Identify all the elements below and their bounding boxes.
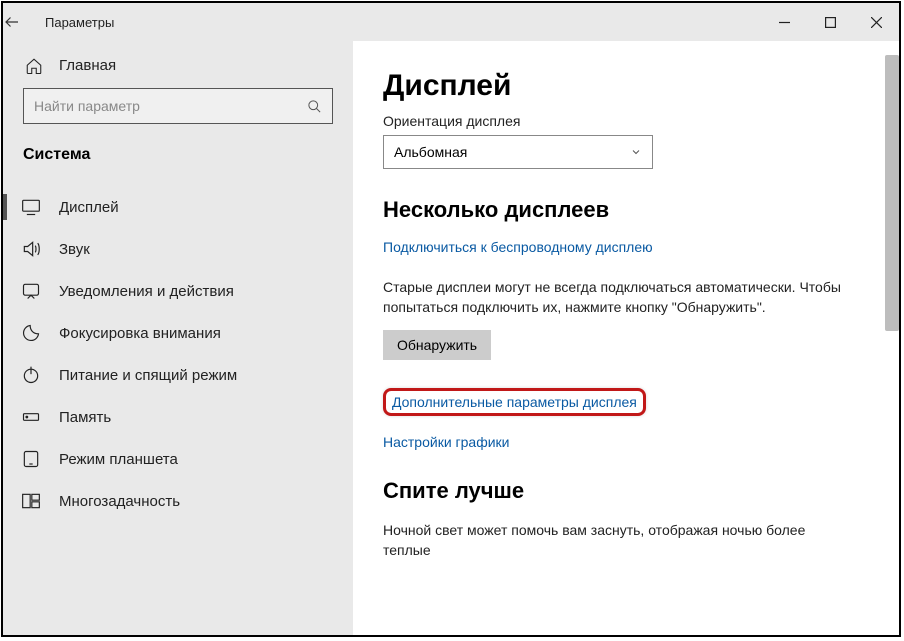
- sidebar-nav: Дисплей Звук Уведомления и действия: [3, 186, 353, 522]
- main-content: Дисплей Ориентация дисплея Альбомная Нес…: [353, 41, 899, 635]
- advanced-display-link[interactable]: Дополнительные параметры дисплея: [383, 388, 646, 416]
- sidebar-item-label: Уведомления и действия: [59, 283, 234, 300]
- sidebar-item-label: Питание и спящий режим: [59, 367, 237, 384]
- home-label: Главная: [59, 57, 116, 74]
- sound-icon: [21, 239, 41, 259]
- graphics-settings-link[interactable]: Настройки графики: [383, 434, 510, 450]
- multiple-displays-heading: Несколько дисплеев: [383, 197, 899, 223]
- focus-icon: [21, 323, 41, 343]
- orientation-value: Альбомная: [394, 144, 467, 160]
- window-title: Параметры: [45, 15, 114, 30]
- scrollbar[interactable]: [885, 55, 899, 331]
- settings-window: Параметры Главная Сис: [1, 1, 901, 637]
- sidebar-item-power[interactable]: Питание и спящий режим: [3, 354, 353, 396]
- sidebar-item-label: Память: [59, 409, 111, 426]
- search-input[interactable]: [34, 98, 307, 114]
- maximize-button[interactable]: [807, 3, 853, 41]
- sidebar-item-label: Дисплей: [59, 199, 119, 216]
- home-link[interactable]: Главная: [3, 57, 353, 88]
- close-button[interactable]: [853, 3, 899, 41]
- sidebar-item-label: Фокусировка внимания: [59, 325, 221, 342]
- sidebar-item-multitasking[interactable]: Многозадачность: [3, 480, 353, 522]
- search-box[interactable]: [23, 88, 333, 124]
- sidebar-item-display[interactable]: Дисплей: [3, 186, 353, 228]
- connect-wireless-link[interactable]: Подключиться к беспроводному дисплею: [383, 239, 653, 255]
- sleep-better-heading: Спите лучше: [383, 478, 899, 504]
- sidebar-item-notifications[interactable]: Уведомления и действия: [3, 270, 353, 312]
- storage-icon: [21, 407, 41, 427]
- sidebar-item-focus[interactable]: Фокусировка внимания: [3, 312, 353, 354]
- search-icon: [307, 99, 322, 114]
- detect-button[interactable]: Обнаружить: [383, 330, 491, 360]
- sleep-description: Ночной свет может помочь вам заснуть, от…: [383, 520, 843, 561]
- multitasking-icon: [21, 491, 41, 511]
- sidebar-item-sound[interactable]: Звук: [3, 228, 353, 270]
- sidebar-item-label: Многозадачность: [59, 493, 180, 510]
- display-icon: [21, 197, 41, 217]
- sidebar-item-label: Режим планшета: [59, 451, 178, 468]
- sidebar-item-label: Звук: [59, 241, 90, 258]
- page-title: Дисплей: [383, 69, 899, 103]
- orientation-label: Ориентация дисплея: [383, 113, 899, 129]
- back-button[interactable]: [3, 13, 39, 31]
- section-title: Система: [3, 142, 353, 186]
- sidebar-item-storage[interactable]: Память: [3, 396, 353, 438]
- minimize-button[interactable]: [761, 3, 807, 41]
- tablet-icon: [21, 449, 41, 469]
- power-icon: [21, 365, 41, 385]
- sidebar: Главная Система Дисплей: [3, 41, 353, 635]
- orientation-select[interactable]: Альбомная: [383, 135, 653, 169]
- detect-description: Старые дисплеи могут не всегда подключат…: [383, 277, 843, 318]
- notifications-icon: [21, 281, 41, 301]
- sidebar-item-tablet[interactable]: Режим планшета: [3, 438, 353, 480]
- home-icon: [25, 57, 43, 75]
- chevron-down-icon: [630, 146, 642, 158]
- titlebar: Параметры: [3, 3, 899, 41]
